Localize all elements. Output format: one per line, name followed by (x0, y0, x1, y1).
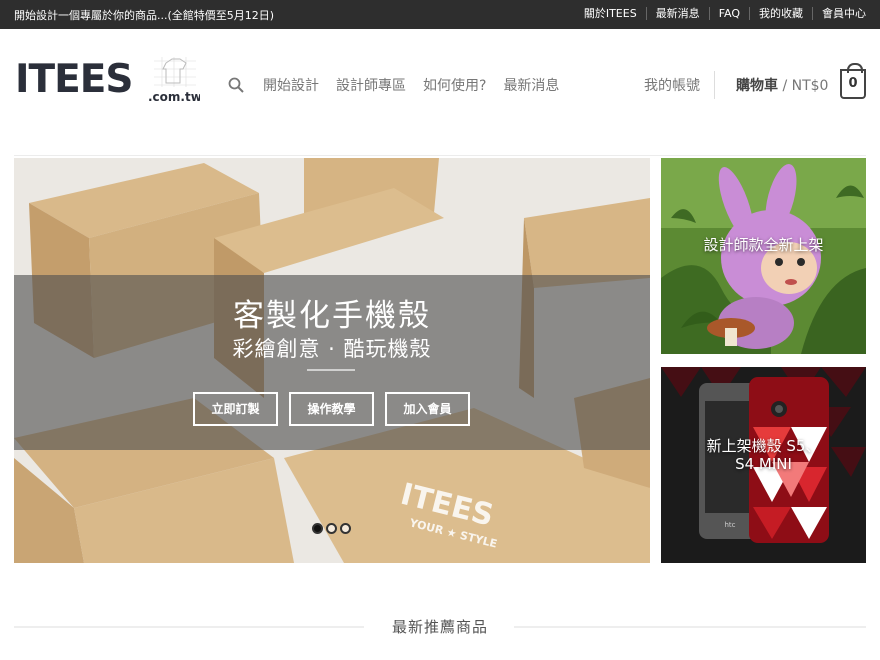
banner-new-cases-line2: S4 MINI (735, 455, 792, 473)
nav-how-to-use[interactable]: 如何使用? (423, 75, 486, 95)
top-bar: 開始設計一個專屬於你的商品...(全館特價至5月12日) 關於ITEES 最新消… (0, 0, 880, 29)
tutorial-button[interactable]: 操作教學 (289, 392, 374, 426)
top-link-faq[interactable]: FAQ (708, 7, 749, 20)
hero-slider[interactable]: ITEES YOUR ★ STYLE 客製化手機殼 彩繪創意 · 酷玩機殼 立即… (14, 158, 650, 563)
hero-separator (307, 369, 355, 371)
nav-designer-zone[interactable]: 設計師專區 (336, 75, 406, 95)
banner-new-cases[interactable]: htc 新上架機殼 S5、 S4 MINI (661, 367, 866, 563)
cart-link[interactable]: 購物車 / NT$0 (736, 75, 828, 95)
section-heading: 最新推薦商品 (391, 618, 488, 636)
cart-label: 購物車 (736, 78, 778, 94)
top-link-member[interactable]: 會員中心 (812, 7, 866, 20)
logo-text: ITEES (15, 57, 132, 102)
promo-text: 開始設計一個專屬於你的商品...(全館特價至5月12日) (14, 9, 275, 22)
hero-subtitle: 彩繪創意 · 酷玩機殼 (232, 337, 432, 361)
search-icon[interactable] (228, 77, 244, 93)
my-account-link[interactable]: 我的帳號 (644, 75, 700, 95)
join-member-button[interactable]: 加入會員 (385, 392, 470, 426)
banner-designer-label: 設計師款全新上架 (703, 236, 824, 254)
slider-dots (312, 523, 354, 534)
latest-products-section: 最新推薦商品 (14, 614, 866, 638)
site-logo[interactable]: ITEES .com.tw (14, 57, 200, 103)
top-links: 關於ITEES 最新消息 FAQ 我的收藏 會員中心 (575, 7, 866, 20)
banner-new-cases-label: 新上架機殼 S5、 S4 MINI (661, 437, 866, 473)
slider-dot-2[interactable] (326, 523, 337, 534)
nav-latest-news[interactable]: 最新消息 (503, 75, 559, 95)
slider-dot-1[interactable] (312, 523, 323, 534)
order-now-button[interactable]: 立即訂製 (193, 392, 278, 426)
slider-dot-3[interactable] (340, 523, 351, 534)
hero-title: 客製化手機殼 (233, 298, 431, 334)
phone-brand-text: htc (724, 521, 735, 529)
top-link-about[interactable]: 關於ITEES (575, 7, 646, 20)
banner-new-cases-line1: 新上架機殼 S5、 (706, 437, 821, 455)
banner-designer-items[interactable]: 設計師款全新上架 (661, 158, 866, 354)
top-link-news[interactable]: 最新消息 (645, 7, 709, 20)
cart-bag-icon[interactable]: 0 (840, 63, 866, 99)
header-divider (714, 71, 715, 99)
top-link-wishlist[interactable]: 我的收藏 (749, 7, 812, 20)
cart-total: / NT$0 (778, 78, 829, 94)
nav-start-design[interactable]: 開始設計 (263, 75, 319, 95)
site-header: ITEES .com.tw 開始設計 設計師專區 如何使用? 最新消息 我的帳號… (0, 29, 880, 156)
logo-suffix: .com.tw (148, 90, 200, 103)
main-nav: 開始設計 設計師專區 如何使用? 最新消息 (263, 75, 576, 95)
header-divider-line (14, 155, 866, 156)
bunny-illustration (661, 158, 866, 354)
